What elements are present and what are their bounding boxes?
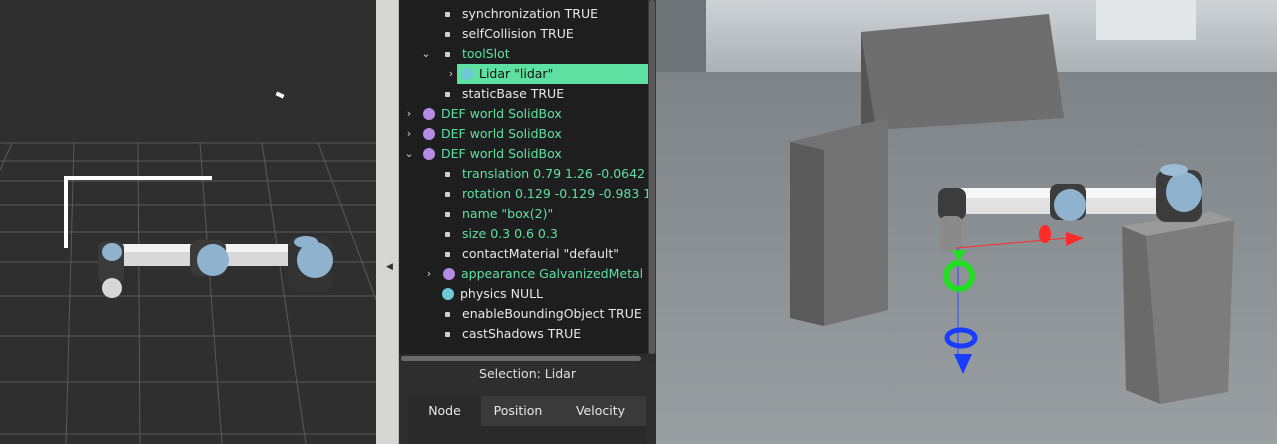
robot-arm-rviz — [98, 236, 333, 298]
tree-row[interactable]: ⌄ toolSlot — [399, 44, 648, 64]
tab-node[interactable]: Node — [408, 396, 481, 426]
field-bullet-icon — [445, 312, 450, 317]
field-editor: Selection: Lidar Node Position Velocity — [399, 363, 656, 444]
tree-row[interactable]: › DEF world SolidBox — [399, 124, 648, 144]
tree-row[interactable]: ⌄ DEF world SolidBox — [399, 144, 648, 164]
ground-grid — [0, 142, 376, 444]
field-bullet-icon — [445, 252, 450, 257]
tree-row[interactable]: › DEF world SolidBox — [399, 104, 648, 124]
tab-content — [408, 426, 646, 444]
tree-row[interactable]: size 0.3 0.6 0.3 — [399, 224, 648, 244]
tree-row[interactable]: staticBase TRUE — [399, 84, 648, 104]
tree-row[interactable]: rotation 0.129 -0.129 -0.983 1.5 — [399, 184, 648, 204]
tree-row-label: castShadows TRUE — [462, 326, 582, 341]
tree-row-label: physics NULL — [460, 286, 544, 301]
node-icon — [423, 128, 435, 140]
scene-tree[interactable]: synchronization TRUE selfCollision TRUE ⌄ t… — [399, 0, 648, 354]
node-icon — [461, 68, 473, 80]
node-icon — [423, 108, 435, 120]
rviz-viewport[interactable] — [0, 0, 376, 444]
webots-3d-view[interactable] — [656, 0, 1277, 444]
tree-row-label: DEF world SolidBox — [441, 126, 562, 141]
tree-horizontal-scrollbar[interactable] — [399, 354, 648, 363]
expand-arrow-icon[interactable]: › — [403, 104, 415, 124]
tree-row-label: staticBase TRUE — [462, 86, 565, 101]
field-bullet-icon — [445, 92, 450, 97]
field-bullet-icon — [445, 332, 450, 337]
tree-row[interactable]: castShadows TRUE — [399, 324, 648, 344]
rviz-scene — [0, 91, 376, 444]
collapse-arrow-icon[interactable]: ⌄ — [403, 144, 415, 164]
expand-arrow-icon[interactable]: › — [423, 264, 435, 284]
tree-row-label: appearance GalvanizedMetal — [461, 266, 644, 281]
lidar-scan — [64, 91, 285, 248]
tree-row-label: synchronization TRUE — [462, 6, 599, 21]
tree-row[interactable]: name "box(2)" — [399, 204, 648, 224]
field-bullet-icon — [445, 12, 450, 17]
tree-row[interactable]: contactMaterial "default" — [399, 244, 648, 264]
collapse-left-icon[interactable]: ◀ — [386, 262, 393, 272]
tree-row[interactable]: enableBoundingObject TRUE — [399, 304, 648, 324]
node-icon — [423, 148, 435, 160]
collapse-arrow-icon[interactable]: ⌄ — [420, 44, 432, 64]
field-bullet-icon — [445, 192, 450, 197]
tree-row-label: Lidar "lidar" — [457, 64, 648, 84]
tree-row-label: DEF world SolidBox — [441, 146, 562, 161]
field-bullet-icon — [445, 32, 450, 37]
selection-label: Selection: Lidar — [479, 366, 576, 381]
tree-row-label: size 0.3 0.6 0.3 — [462, 226, 558, 241]
editor-tabs: Node Position Velocity — [408, 396, 646, 426]
node-icon — [443, 268, 455, 280]
expand-arrow-icon[interactable]: › — [445, 64, 457, 84]
tree-vertical-scrollbar[interactable] — [648, 0, 656, 354]
tree-row[interactable]: › appearance GalvanizedMetal — [399, 264, 648, 284]
tree-row[interactable]: physics NULL — [399, 284, 648, 304]
node-icon — [442, 288, 454, 300]
webots-scene — [656, 0, 1277, 444]
tree-row[interactable]: synchronization TRUE — [399, 4, 648, 24]
tree-row-label: DEF world SolidBox — [441, 106, 562, 121]
field-bullet-icon — [445, 232, 450, 237]
tree-row[interactable]: selfCollision TRUE — [399, 24, 648, 44]
panel-splitter[interactable] — [376, 0, 399, 444]
field-bullet-icon — [445, 172, 450, 177]
field-bullet-icon — [445, 52, 450, 57]
tree-row-label: enableBoundingObject TRUE — [462, 306, 642, 321]
tree-row-label: selfCollision TRUE — [462, 26, 574, 41]
tree-row[interactable]: › Lidar "lidar" — [399, 64, 648, 84]
tree-row[interactable]: translation 0.79 1.26 -0.0642 — [399, 164, 648, 184]
tab-position[interactable]: Position — [481, 396, 555, 426]
field-bullet-icon — [445, 212, 450, 217]
tree-row-label: contactMaterial "default" — [462, 246, 620, 261]
tree-row-label: translation 0.79 1.26 -0.0642 — [462, 166, 646, 181]
tree-row-label: rotation 0.129 -0.129 -0.983 1.5 — [462, 186, 648, 201]
tab-velocity[interactable]: Velocity — [555, 396, 646, 426]
expand-arrow-icon[interactable]: › — [403, 124, 415, 144]
tree-row-label: toolSlot — [462, 46, 510, 61]
tree-row-label: name "box(2)" — [462, 206, 554, 221]
